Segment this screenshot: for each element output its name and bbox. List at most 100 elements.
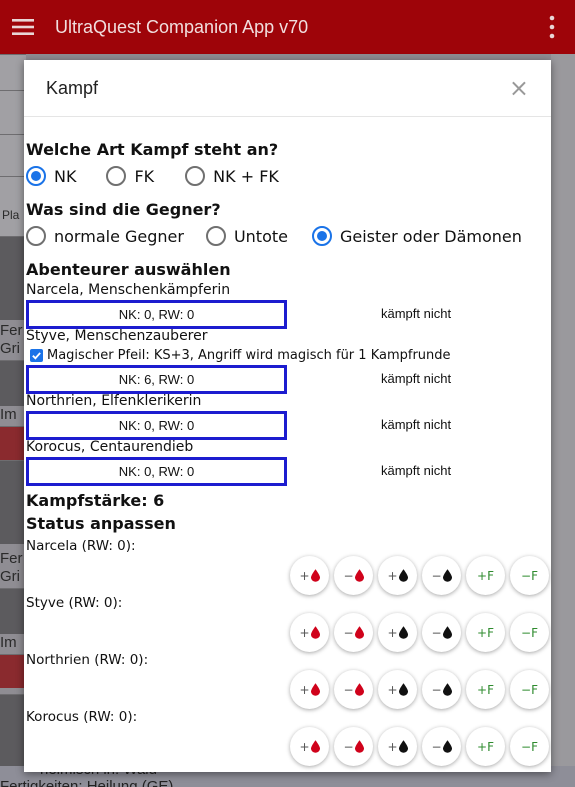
remove-fate-button[interactable]: −F xyxy=(510,670,549,709)
add-fate-button[interactable]: +F xyxy=(466,727,505,766)
bg-image xyxy=(0,694,26,766)
radio-normal-enemies[interactable]: normale Gegner xyxy=(26,226,184,246)
bg-button xyxy=(0,654,26,688)
adventurer-name: Styve, Menschenzauberer xyxy=(26,328,208,344)
bg-bottom-line: Fertigkeiten: Heilung (GE) xyxy=(0,778,174,787)
adventurer-state: kämpft nicht xyxy=(381,463,452,478)
adventurer-values-box[interactable]: NK: 0, RW: 0 xyxy=(26,411,287,440)
enemies-group: normale Gegner Untote Geister oder Dämon… xyxy=(26,226,522,246)
radio-ghosts-demons[interactable]: Geister oder Dämonen xyxy=(311,226,522,246)
app-bar: UltraQuest Companion App v70 xyxy=(0,0,575,54)
black-drop-icon xyxy=(398,569,408,582)
adventurer-state: kämpft nicht xyxy=(381,306,452,321)
fight-type-group: NK FK NK + FK xyxy=(26,166,279,186)
remove-blood-button[interactable]: − xyxy=(334,727,373,766)
adventurer-values-box[interactable]: NK: 0, RW: 0 xyxy=(26,457,287,486)
blood-drop-icon xyxy=(354,569,364,582)
remove-poison-button[interactable]: − xyxy=(422,670,461,709)
bg-text: Fer xyxy=(0,322,23,339)
add-fate-button[interactable]: +F xyxy=(466,556,505,595)
status-buttons: + − + − +F −F xyxy=(290,727,549,766)
check-icon xyxy=(32,352,41,360)
status-row-label: Narcela (RW: 0): xyxy=(26,538,136,554)
radio-circle xyxy=(205,226,226,246)
black-drop-icon xyxy=(442,569,452,582)
enemies-heading: Was sind die Gegner? xyxy=(26,200,221,219)
radio-label: NK + FK xyxy=(213,166,279,186)
more-options-button[interactable] xyxy=(529,0,575,54)
radio-label: Geister oder Dämonen xyxy=(339,226,522,246)
radio-nk-fk[interactable]: NK + FK xyxy=(185,166,279,186)
status-heading: Status anpassen xyxy=(26,514,176,533)
remove-poison-button[interactable]: − xyxy=(422,613,461,652)
spell-checkbox-row[interactable]: Magischer Pfeil: KS+3, Angriff wird magi… xyxy=(30,348,451,363)
checkbox-checked[interactable] xyxy=(30,349,43,362)
remove-blood-button[interactable]: − xyxy=(334,670,373,709)
black-drop-icon xyxy=(398,683,408,696)
status-row-label: Styve (RW: 0): xyxy=(26,595,123,611)
add-fate-button[interactable]: +F xyxy=(466,670,505,709)
add-blood-button[interactable]: + xyxy=(290,613,329,652)
bg-image xyxy=(0,360,26,406)
adventurer-name: Korocus, Centaurendieb xyxy=(26,439,194,455)
status-buttons: + − + − +F −F xyxy=(290,556,549,595)
black-drop-icon xyxy=(442,626,452,639)
remove-blood-button[interactable]: − xyxy=(334,613,373,652)
radio-fk[interactable]: FK xyxy=(106,166,154,186)
adventurer-state: kämpft nicht xyxy=(381,417,452,432)
radio-circle xyxy=(311,226,332,246)
close-icon[interactable]: × xyxy=(509,76,529,100)
adventurer-name: Northrien, Elfenklerikerin xyxy=(26,393,202,409)
blood-drop-icon xyxy=(310,626,320,639)
more-vert-icon xyxy=(549,15,555,39)
radio-label: FK xyxy=(134,166,155,186)
status-row-label: Korocus (RW: 0): xyxy=(26,709,138,725)
spell-checkbox-label: Magischer Pfeil: KS+3, Angriff wird magi… xyxy=(47,348,451,363)
bg-text: Im xyxy=(0,634,17,651)
add-blood-button[interactable]: + xyxy=(290,670,329,709)
radio-nk[interactable]: NK xyxy=(26,166,76,186)
adventurer-name: Narcela, Menschenkämpferin xyxy=(26,282,231,298)
radio-circle xyxy=(106,166,127,186)
radio-circle xyxy=(26,166,46,186)
add-blood-button[interactable]: + xyxy=(290,727,329,766)
bg-text: Gri xyxy=(0,568,20,585)
add-poison-button[interactable]: + xyxy=(378,613,417,652)
bg-text: Im xyxy=(0,406,17,423)
black-drop-icon xyxy=(398,740,408,753)
adventurer-values-box[interactable]: NK: 0, RW: 0 xyxy=(26,300,287,329)
bg-text: Gri xyxy=(0,340,20,357)
add-poison-button[interactable]: + xyxy=(378,670,417,709)
bg-button xyxy=(0,426,26,460)
remove-fate-button[interactable]: −F xyxy=(510,613,549,652)
blood-drop-icon xyxy=(310,683,320,696)
radio-circle xyxy=(185,166,206,186)
menu-button[interactable] xyxy=(0,0,46,54)
bg-text: Pla xyxy=(2,208,20,222)
radio-label: Untote xyxy=(233,226,288,246)
remove-poison-button[interactable]: − xyxy=(422,556,461,595)
radio-undead[interactable]: Untote xyxy=(205,226,288,246)
add-poison-button[interactable]: + xyxy=(378,727,417,766)
remove-fate-button[interactable]: −F xyxy=(510,556,549,595)
remove-fate-button[interactable]: −F xyxy=(510,727,549,766)
remove-poison-button[interactable]: − xyxy=(422,727,461,766)
add-poison-button[interactable]: + xyxy=(378,556,417,595)
remove-blood-button[interactable]: − xyxy=(334,556,373,595)
add-blood-button[interactable]: + xyxy=(290,556,329,595)
status-buttons: + − + − +F −F xyxy=(290,670,549,709)
hamburger-icon xyxy=(12,19,34,35)
radio-label: NK xyxy=(54,166,77,186)
bg-image xyxy=(0,588,26,634)
bg-text: Fer xyxy=(0,550,23,567)
black-drop-icon xyxy=(442,740,452,753)
bg-block xyxy=(0,134,26,176)
black-drop-icon xyxy=(398,626,408,639)
adventurer-state: kämpft nicht xyxy=(381,371,452,386)
status-row-label: Northrien (RW: 0): xyxy=(26,652,149,668)
add-fate-button[interactable]: +F xyxy=(466,613,505,652)
bg-block xyxy=(0,54,26,90)
adventurer-values-box[interactable]: NK: 6, RW: 0 xyxy=(26,365,287,394)
blood-drop-icon xyxy=(310,740,320,753)
status-buttons: + − + − +F −F xyxy=(290,613,549,652)
